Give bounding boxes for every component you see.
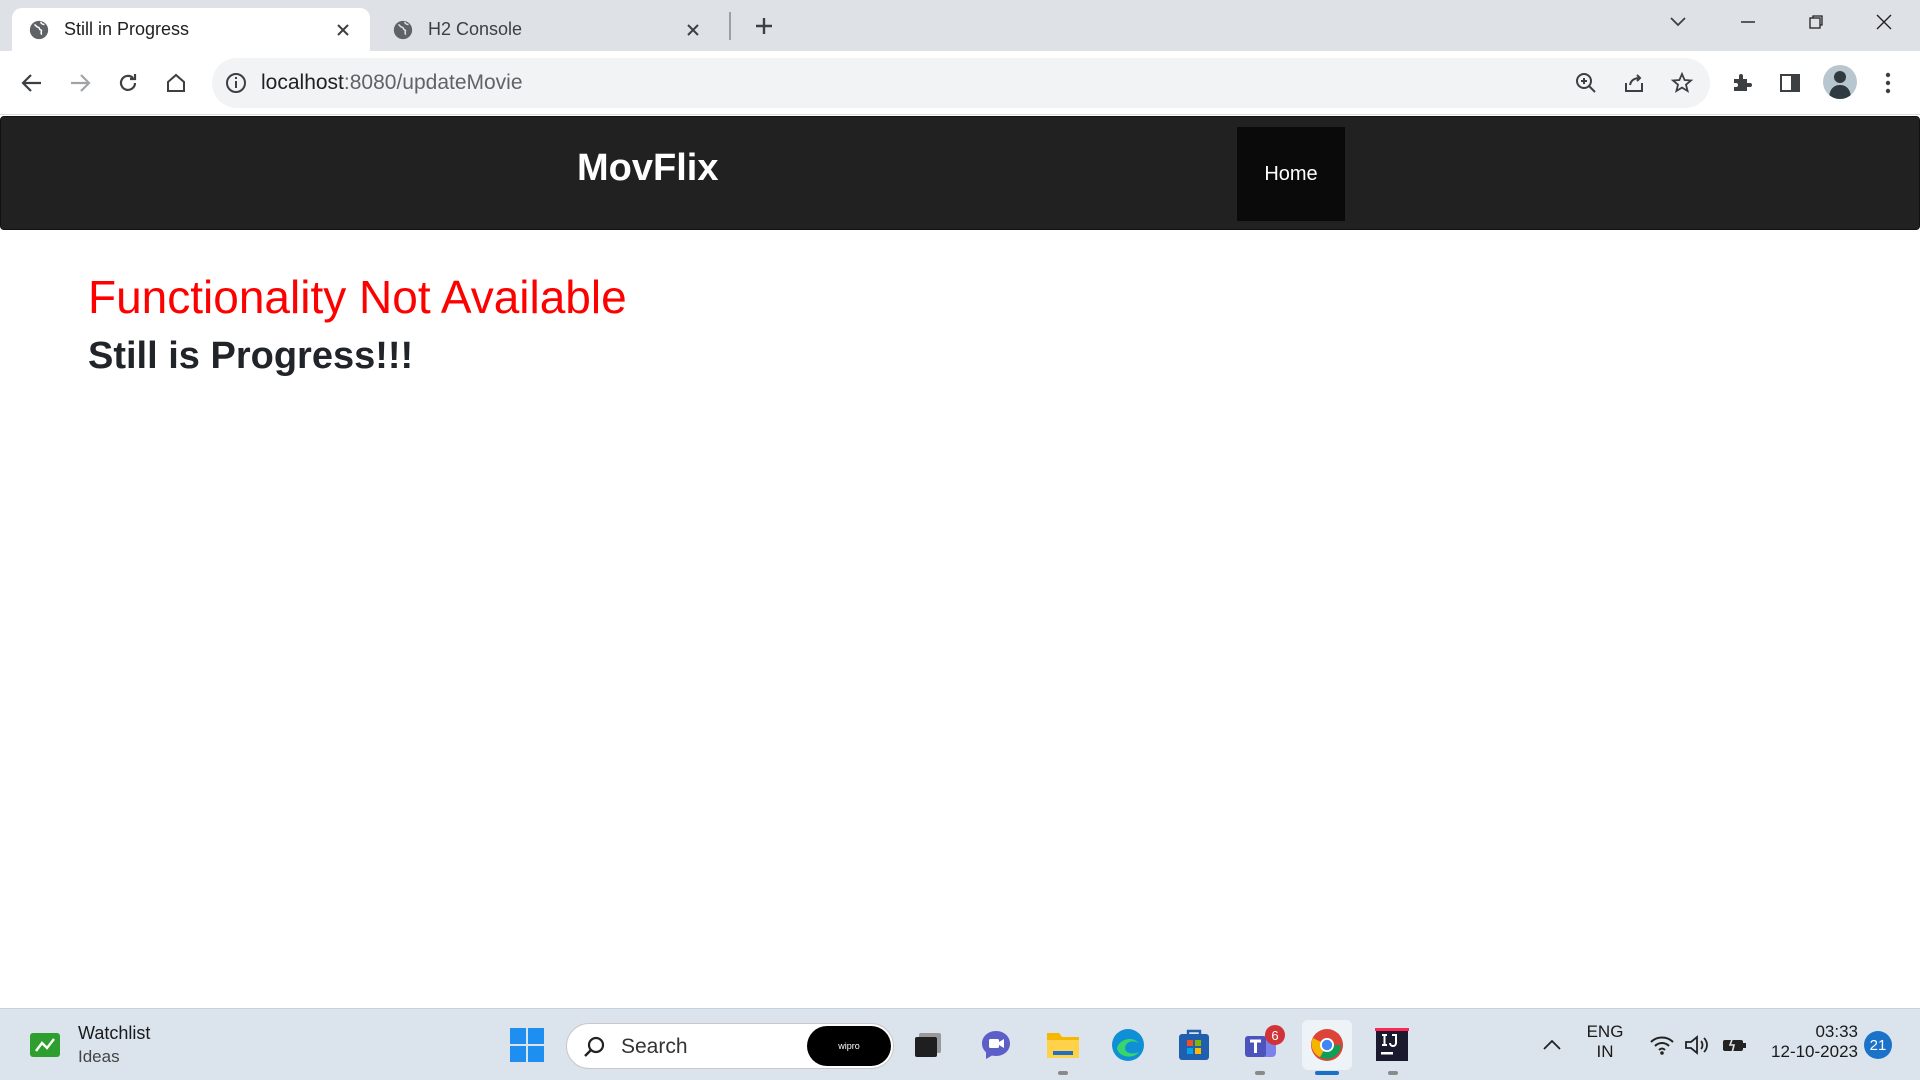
volume-button[interactable]	[1676, 1023, 1716, 1067]
app-running-indicator	[1255, 1071, 1265, 1075]
tab-search-button[interactable]	[1648, 0, 1708, 44]
site-navbar: MovFlix Home	[0, 116, 1920, 230]
bookmark-button[interactable]	[1666, 67, 1698, 99]
user-avatar-icon	[1829, 71, 1851, 99]
info-icon[interactable]	[224, 71, 248, 95]
app-running-indicator	[1388, 1071, 1398, 1075]
task-view-button[interactable]	[906, 1023, 950, 1067]
start-button[interactable]	[505, 1023, 549, 1067]
search-placeholder: Search	[621, 1035, 688, 1058]
extensions-button[interactable]	[1722, 63, 1762, 103]
url-path: :8080/updateMovie	[343, 71, 523, 94]
tab-h2-console[interactable]: H2 Console	[376, 8, 720, 51]
windows-taskbar: Watchlist Ideas Search wipro 6 ENG IN 03…	[0, 1008, 1920, 1080]
reload-icon	[119, 74, 137, 91]
search-icon	[584, 1036, 605, 1057]
forward-button[interactable]	[60, 63, 100, 103]
arrow-right-icon	[71, 74, 91, 92]
widgets-button[interactable]: Watchlist Ideas	[28, 1023, 150, 1067]
video-chat-icon	[982, 1031, 1010, 1059]
puzzle-icon	[1734, 74, 1752, 91]
chat-app-button[interactable]	[974, 1023, 1018, 1067]
taskbar-search[interactable]: Search wipro	[566, 1023, 894, 1069]
folder-icon	[1047, 1033, 1079, 1058]
restore-icon	[1809, 15, 1823, 29]
side-panel-button[interactable]	[1770, 63, 1810, 103]
tab-title: H2 Console	[428, 19, 523, 39]
arrow-left-icon	[21, 74, 41, 92]
url-text[interactable]: localhost:8080/updateMovie	[261, 71, 523, 95]
language-code: ENG	[1586, 1022, 1624, 1041]
page-heading: Functionality Not Available	[88, 271, 627, 323]
home-button[interactable]	[156, 63, 196, 103]
browser-toolbar: localhost:8080/updateMovie	[0, 51, 1920, 115]
side-panel-icon	[1780, 74, 1800, 92]
search-highlight-badge: wipro	[807, 1026, 891, 1066]
zoom-in-icon	[1576, 73, 1596, 93]
plus-icon	[756, 18, 772, 34]
windows-logo-icon	[510, 1028, 544, 1062]
minimize-button[interactable]	[1718, 0, 1778, 44]
clock-time: 03:33	[1815, 1022, 1858, 1041]
clock[interactable]: 03:33 12-10-2023	[1762, 1022, 1858, 1062]
menu-button[interactable]	[1868, 63, 1908, 103]
language-indicator[interactable]: ENG IN	[1580, 1022, 1630, 1062]
reload-button[interactable]	[108, 63, 148, 103]
page-subheading: Still is Progress!!!	[88, 335, 414, 377]
url-host: localhost	[261, 71, 344, 94]
tab-separator	[729, 12, 731, 40]
star-icon	[1670, 71, 1694, 93]
address-bar[interactable]: localhost:8080/updateMovie	[212, 58, 1710, 108]
clock-date: 12-10-2023	[1771, 1042, 1858, 1061]
close-tab-icon[interactable]	[682, 19, 704, 41]
share-icon	[1625, 74, 1643, 92]
widget-title: Watchlist	[78, 1023, 151, 1043]
speaker-icon	[1685, 1035, 1708, 1055]
zoom-button[interactable]	[1570, 67, 1602, 99]
nav-home-link[interactable]: Home	[1237, 127, 1345, 221]
app-running-indicator	[1058, 1071, 1068, 1075]
intellij-button[interactable]	[1370, 1023, 1414, 1067]
teams-notification-badge: 6	[1265, 1025, 1285, 1045]
tab-still-in-progress[interactable]: Still in Progress	[12, 8, 370, 51]
app-active-indicator	[1315, 1071, 1339, 1075]
store-icon	[1179, 1029, 1209, 1060]
home-icon	[167, 73, 185, 92]
more-vertical-icon	[1885, 72, 1891, 94]
widget-subtitle: Ideas	[78, 1047, 120, 1066]
globe-icon	[29, 20, 49, 39]
battery-charging-icon	[1723, 1036, 1746, 1054]
brand-logo[interactable]: MovFlix	[577, 147, 718, 190]
tab-strip: Still in Progress H2 Console	[0, 0, 1920, 51]
chrome-icon	[1311, 1029, 1343, 1061]
wifi-icon	[1650, 1036, 1674, 1055]
tab-title: Still in Progress	[64, 19, 190, 39]
edge-browser-button[interactable]	[1106, 1023, 1150, 1067]
show-hidden-icons-button[interactable]	[1532, 1023, 1572, 1067]
close-tab-icon[interactable]	[332, 19, 354, 41]
edge-icon	[1112, 1029, 1144, 1061]
page-content: MovFlix Home Functionality Not Available…	[0, 115, 1920, 1008]
restore-button[interactable]	[1786, 0, 1846, 44]
task-view-icon	[915, 1033, 941, 1057]
intellij-icon	[1375, 1028, 1409, 1061]
notification-count-badge[interactable]: 21	[1864, 1031, 1892, 1059]
chevron-up-icon	[1543, 1039, 1561, 1050]
chevron-down-icon	[1670, 17, 1686, 27]
close-icon	[1876, 14, 1892, 30]
region-code: IN	[1596, 1042, 1614, 1061]
store-button[interactable]	[1172, 1023, 1216, 1067]
globe-icon	[393, 20, 413, 39]
close-window-button[interactable]	[1854, 0, 1914, 44]
back-button[interactable]	[12, 63, 52, 103]
share-button[interactable]	[1618, 67, 1650, 99]
minimize-icon	[1741, 21, 1755, 23]
profile-avatar[interactable]	[1823, 65, 1857, 99]
chrome-button[interactable]	[1302, 1020, 1352, 1070]
watchlist-icon	[30, 1033, 60, 1057]
file-explorer-button[interactable]	[1041, 1023, 1085, 1067]
new-tab-button[interactable]	[748, 10, 780, 42]
battery-button[interactable]	[1714, 1023, 1754, 1067]
